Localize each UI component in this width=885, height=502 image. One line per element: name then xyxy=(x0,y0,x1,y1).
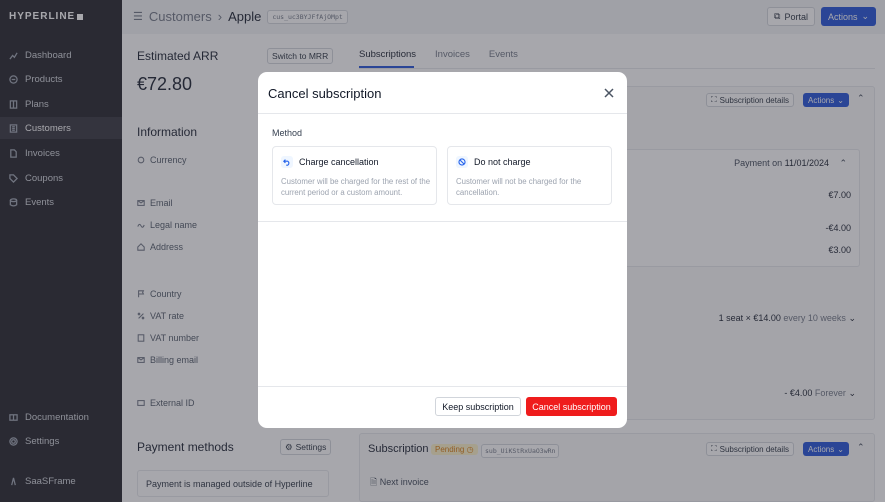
option-description: Customer will be charged for the rest of… xyxy=(281,177,431,197)
option-do-not-charge[interactable]: Do not charge Customer will not be charg… xyxy=(447,146,612,205)
option-header: Charge cancellation xyxy=(281,156,379,168)
modal-title: Cancel subscription xyxy=(268,86,382,101)
undo-icon xyxy=(281,156,293,168)
option-charge-cancellation[interactable]: Charge cancellation Customer will be cha… xyxy=(272,146,437,205)
ban-icon xyxy=(456,156,468,168)
close-icon[interactable] xyxy=(602,86,616,100)
keep-subscription-button[interactable]: Keep subscription xyxy=(435,397,521,416)
option-header: Do not charge xyxy=(456,156,531,168)
option-title: Do not charge xyxy=(474,157,531,167)
modal-footer: Keep subscription Cancel subscription xyxy=(258,386,627,428)
cancel-subscription-button[interactable]: Cancel subscription xyxy=(526,397,617,416)
modal-header-divider xyxy=(258,113,627,114)
method-label: Method xyxy=(272,128,303,138)
cancel-subscription-modal: Cancel subscription Method Charge cancel… xyxy=(258,72,627,428)
option-description: Customer will not be charged for the can… xyxy=(456,177,582,197)
modal-body-divider xyxy=(258,221,627,222)
option-title: Charge cancellation xyxy=(299,157,379,167)
